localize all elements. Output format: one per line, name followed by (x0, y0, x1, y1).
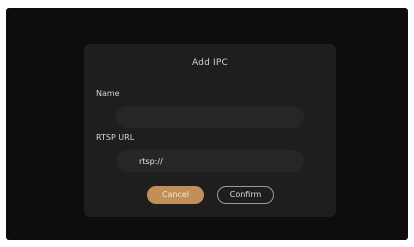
name-label: Name (96, 89, 120, 98)
device-screen: Add IPC Name RTSP URL Cancel Confirm (6, 8, 408, 240)
rtsp-url-label: RTSP URL (96, 133, 135, 142)
add-ipc-dialog: Add IPC Name RTSP URL Cancel Confirm (84, 44, 336, 217)
name-input[interactable] (116, 106, 304, 128)
confirm-button[interactable]: Confirm (217, 186, 274, 204)
rtsp-url-input[interactable] (116, 150, 304, 172)
dialog-title: Add IPC (191, 58, 229, 68)
cancel-button[interactable]: Cancel (147, 186, 204, 204)
